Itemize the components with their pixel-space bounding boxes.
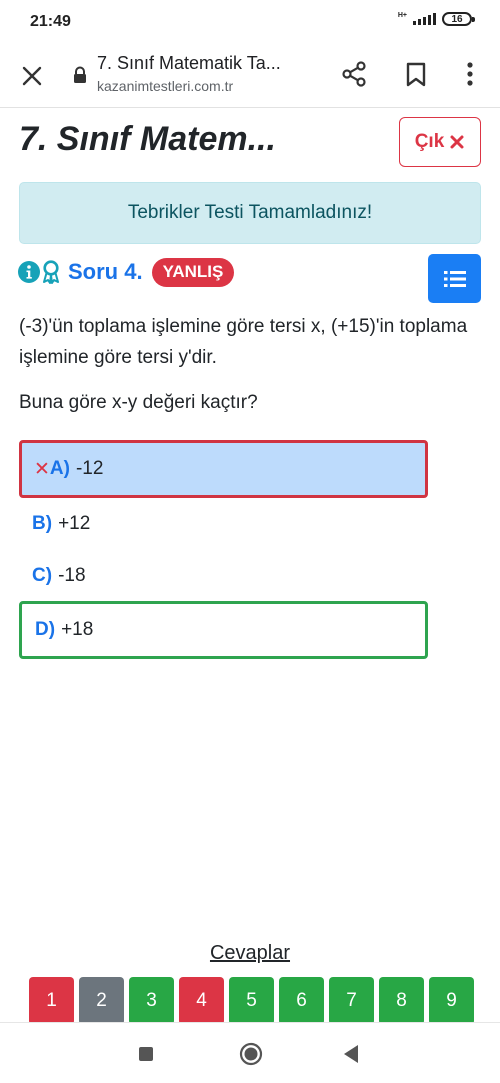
answer-button-6[interactable]: 6 [279,977,324,1025]
option-letter: D) [35,619,56,640]
question-text: (-3)'ün toplama işlemine göre tersi x, (… [19,316,468,368]
exit-button[interactable]: Çık [399,117,481,167]
page-title: 7. Sınıf Matem... [19,120,276,158]
answers-title: Cevaplar [209,942,291,964]
share-icon[interactable] [340,60,368,88]
answer-button-3[interactable]: 3 [129,977,174,1025]
browser-toolbar: 7. Sınıf Matematik Ta... kazanimtestleri… [0,46,500,108]
question-prompt: Buna göre x-y değeri kaçtır? [19,392,258,413]
result-badge: YANLIŞ [151,257,235,287]
recents-icon[interactable] [139,1047,153,1061]
option-letter: A) [49,458,70,479]
option-value: -12 [75,458,104,479]
system-nav-bar [0,1022,500,1083]
answer-button-2[interactable]: 2 [79,977,124,1025]
answer-button-9[interactable]: 9 [429,977,474,1025]
option-letter: B) [32,513,53,534]
status-indicators: H+ 16 [397,11,475,26]
question-list-button[interactable] [428,254,481,303]
list-icon [443,270,466,287]
question-header: Soru 4. YANLIŞ [18,257,235,287]
exit-button-label: Çık [414,131,445,152]
wrong-mark-icon: ✕ [34,458,50,480]
award-icon[interactable] [41,260,61,284]
signal-icon [413,13,436,25]
option-value: +12 [58,513,91,534]
more-icon[interactable] [458,60,482,88]
option-d[interactable]: D) +18 [19,601,428,659]
option-a[interactable]: ✕ A) -12 [19,440,428,498]
question-number: Soru 4. [68,259,143,284]
option-value: +18 [61,619,94,640]
close-icon[interactable] [18,62,46,90]
lock-icon [74,66,86,83]
option-c[interactable]: C) -18 [19,547,428,605]
bookmark-icon[interactable] [402,60,430,88]
info-icon[interactable] [18,261,40,283]
option-letter: C) [32,565,53,586]
answer-button-1[interactable]: 1 [29,977,74,1025]
home-icon[interactable] [239,1042,263,1066]
answer-button-5[interactable]: 5 [229,977,274,1025]
battery-level: 16 [451,13,463,25]
network-type: H+ [397,11,407,19]
back-icon[interactable] [343,1044,359,1064]
status-time: 21:49 [30,13,71,30]
answer-button-8[interactable]: 8 [379,977,424,1025]
close-icon [450,135,464,149]
status-bar: 21:49 H+ 16 [0,0,500,46]
battery-icon: 16 [442,12,475,26]
tab-title[interactable]: 7. Sınıf Matematik Ta... [97,53,317,74]
answer-button-4[interactable]: 4 [179,977,224,1025]
option-b[interactable]: B) +12 [19,495,428,553]
answer-button-7[interactable]: 7 [329,977,374,1025]
success-alert: Tebrikler Testi Tamamladınız! [19,182,481,244]
answers-row: 1 2 3 4 5 6 7 8 9 [29,977,474,1025]
url-text[interactable]: kazanimtestleri.com.tr [97,78,233,94]
option-value: -18 [58,565,86,586]
